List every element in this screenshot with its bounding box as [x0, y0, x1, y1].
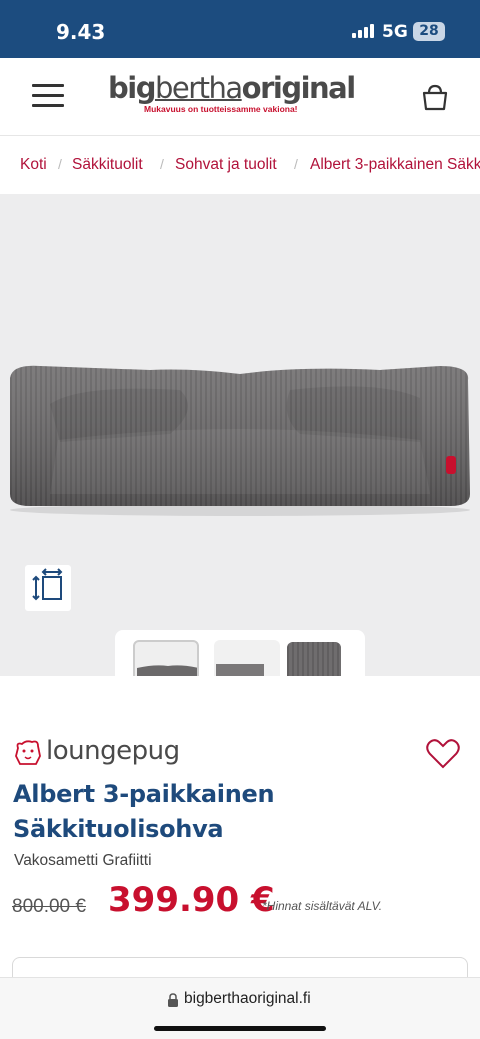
- logo-tagline: Mukavuus on tuotteissamme vakiona!: [144, 104, 298, 114]
- home-indicator: [154, 1026, 326, 1031]
- breadcrumb-item[interactable]: Koti: [20, 156, 47, 174]
- product-title: Albert 3-paikkainen Säkkituolisohva: [13, 780, 275, 843]
- old-price: 800.00 €: [12, 896, 86, 917]
- sale-price: 399.90 €: [108, 880, 275, 920]
- pug-icon: [15, 740, 41, 765]
- thumbnail-strip: [115, 630, 365, 676]
- product-image-gallery[interactable]: [0, 194, 480, 676]
- site-logo[interactable]: bigberthaoriginal Mukavuus on tuotteissa…: [108, 72, 372, 124]
- breadcrumb-item[interactable]: Albert 3-paikkainen Säkkituolisohva: [310, 156, 480, 174]
- thumbnail-sofa-set[interactable]: [214, 640, 280, 676]
- logo-original: original: [241, 71, 357, 105]
- logo-bertha: bertha: [154, 71, 243, 105]
- status-bar: 9.43 5G 28: [0, 0, 480, 58]
- dimensions-icon[interactable]: [25, 565, 71, 611]
- sofa-image: [10, 365, 470, 516]
- heart-icon[interactable]: [425, 737, 461, 771]
- url-text[interactable]: bigberthaoriginal.fi: [184, 990, 311, 1008]
- hamburger-menu-icon[interactable]: [32, 82, 66, 110]
- thumbnail-sofa-front[interactable]: [133, 640, 199, 676]
- logo-big: big: [108, 71, 156, 105]
- site-header: bigberthaoriginal Mukavuus on tuotteissa…: [0, 58, 480, 136]
- network-type: 5G: [382, 22, 408, 42]
- product-variant: Vakosametti Grafiitti: [14, 852, 152, 869]
- thumbnail-fabric-swatch[interactable]: [287, 642, 341, 676]
- breadcrumb-separator: /: [160, 156, 164, 172]
- clock: 9.43: [56, 20, 106, 44]
- breadcrumb-separator: /: [58, 156, 62, 172]
- breadcrumb-item[interactable]: Sohvat ja tuolit: [175, 156, 277, 174]
- shopping-bag-icon[interactable]: [418, 80, 452, 114]
- lock-icon: [168, 993, 178, 1007]
- breadcrumb: Koti / Säkkituolit / Sohvat ja tuolit / …: [0, 136, 480, 194]
- browser-url-bar[interactable]: bigberthaoriginal.fi: [0, 977, 480, 1039]
- vat-note: *Hinnat sisältävät ALV.: [262, 899, 383, 913]
- brand-logo[interactable]: loungepug: [12, 736, 212, 770]
- signal-icon: [352, 24, 374, 38]
- battery-icon: 28: [413, 22, 445, 41]
- brand-name: loungepug: [46, 736, 180, 766]
- breadcrumb-separator: /: [294, 156, 298, 172]
- breadcrumb-item[interactable]: Säkkituolit: [72, 156, 143, 174]
